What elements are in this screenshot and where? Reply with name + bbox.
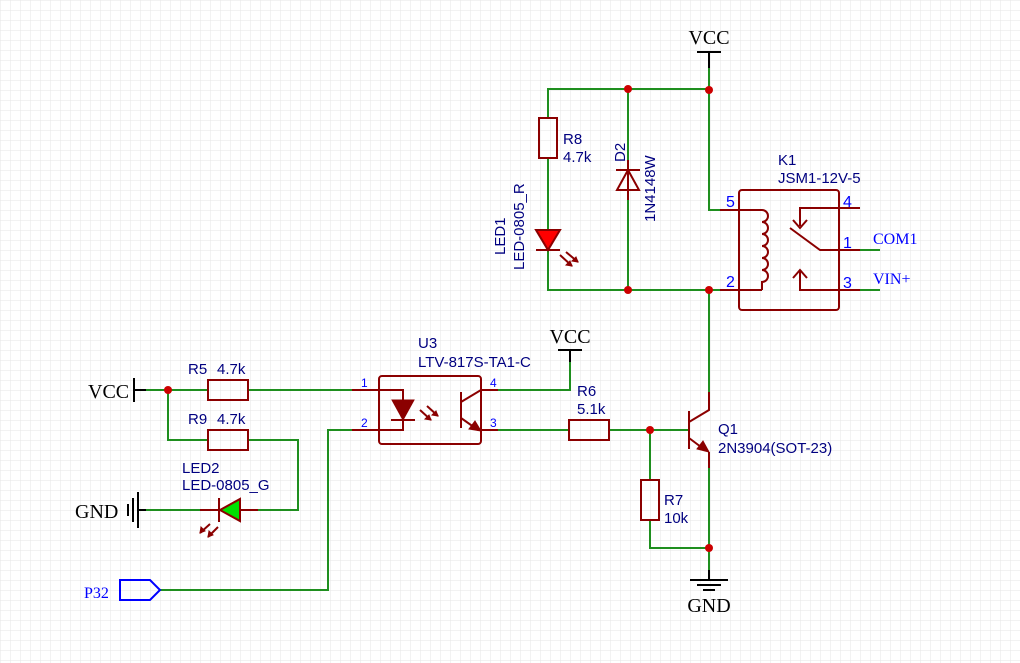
svg-text:R6: R6 xyxy=(577,383,596,400)
svg-text:LED-0805_R: LED-0805_R xyxy=(511,183,528,270)
svg-text:LTV-817S-TA1-C: LTV-817S-TA1-C xyxy=(418,354,531,371)
svg-text:R8: R8 xyxy=(563,131,582,148)
svg-text:GND: GND xyxy=(687,595,730,617)
svg-text:3: 3 xyxy=(843,275,852,292)
svg-text:P32: P32 xyxy=(84,585,109,602)
svg-text:R5: R5 xyxy=(188,361,207,378)
svg-text:5.1k: 5.1k xyxy=(577,401,606,418)
svg-text:4.7k: 4.7k xyxy=(217,361,246,378)
svg-text:10k: 10k xyxy=(664,510,689,527)
svg-text:LED-0805_G: LED-0805_G xyxy=(182,477,270,494)
svg-text:GND: GND xyxy=(75,501,118,523)
svg-text:U3: U3 xyxy=(418,335,437,352)
svg-text:4: 4 xyxy=(490,376,497,390)
svg-text:3: 3 xyxy=(490,416,497,430)
svg-text:5: 5 xyxy=(726,194,735,211)
svg-text:D2: D2 xyxy=(612,143,629,162)
svg-text:R9: R9 xyxy=(188,411,207,428)
svg-text:Q1: Q1 xyxy=(718,421,738,438)
grid-background xyxy=(0,0,1020,663)
svg-text:JSM1-12V-5: JSM1-12V-5 xyxy=(778,170,861,187)
svg-text:VCC: VCC xyxy=(88,381,129,403)
schematic-canvas: VCC R8 4.7k D2 1N4148W LED1 LED-0805_R K… xyxy=(0,0,1020,663)
svg-text:LED2: LED2 xyxy=(182,460,220,477)
net-label-vin: VIN+ xyxy=(873,271,910,288)
svg-text:4: 4 xyxy=(843,194,852,211)
svg-text:2N3904(SOT-23): 2N3904(SOT-23) xyxy=(718,440,832,457)
svg-text:LED1: LED1 xyxy=(492,217,509,255)
svg-text:2: 2 xyxy=(726,274,735,291)
svg-text:R7: R7 xyxy=(664,492,683,509)
svg-text:1: 1 xyxy=(843,235,852,252)
svg-text:1N4148W: 1N4148W xyxy=(642,154,659,222)
svg-text:K1: K1 xyxy=(778,152,796,169)
net-label-com1: COM1 xyxy=(873,231,917,248)
svg-text:4.7k: 4.7k xyxy=(217,411,246,428)
svg-text:2: 2 xyxy=(361,416,368,430)
svg-text:VCC: VCC xyxy=(688,27,729,49)
svg-text:1: 1 xyxy=(361,376,368,390)
svg-text:4.7k: 4.7k xyxy=(563,149,592,166)
svg-text:VCC: VCC xyxy=(549,326,590,348)
